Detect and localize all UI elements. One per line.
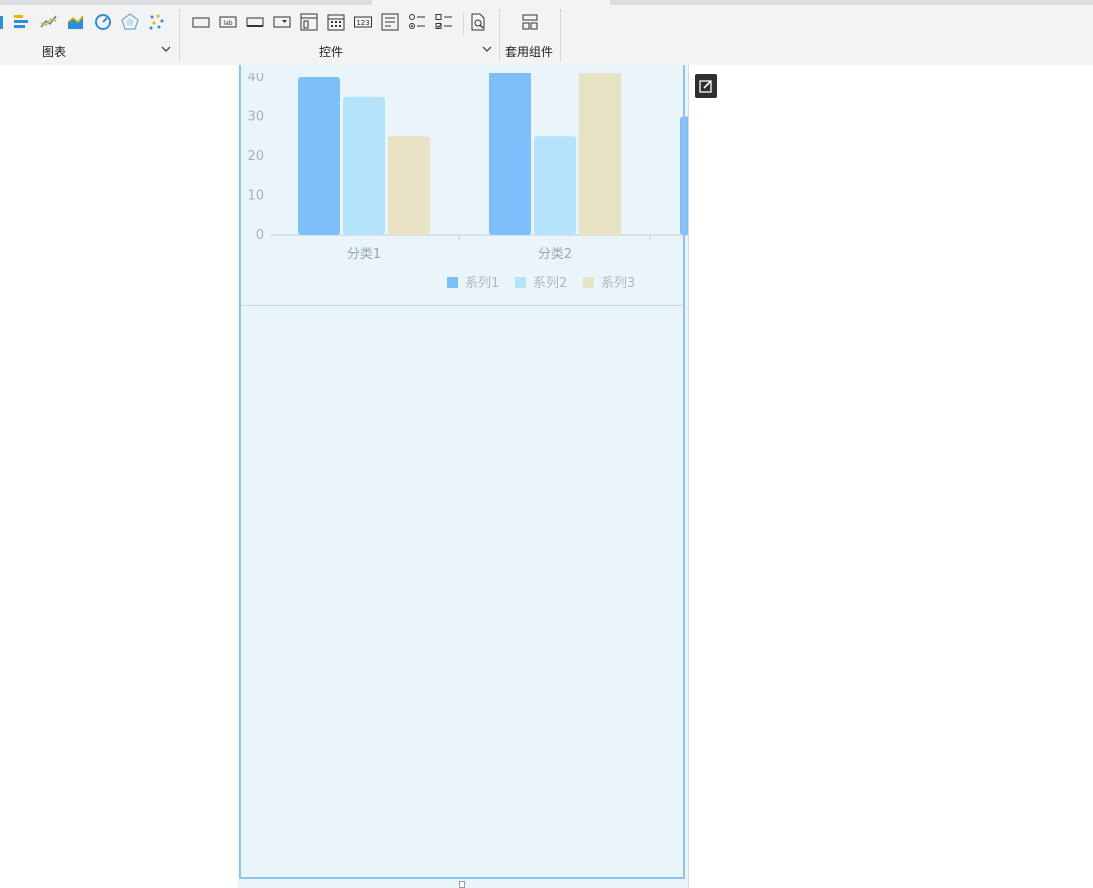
template-group-label: 套用组件: [505, 45, 554, 59]
selected-component-frame[interactable]: [239, 65, 685, 879]
checkbox-group-icon[interactable]: [435, 13, 453, 31]
radio-group-icon[interactable]: [408, 13, 426, 31]
number-widget-icon[interactable]: 123: [354, 13, 372, 31]
label-icon-text: lab: [223, 20, 232, 27]
dropdown-widget-icon[interactable]: [273, 13, 291, 31]
label-icon[interactable]: lab: [219, 13, 237, 31]
date-picker-icon[interactable]: [327, 13, 345, 31]
line-chart-icon[interactable]: [40, 13, 58, 31]
ribbon-toolbar: 图表 lab 123 控件 套用组件: [0, 5, 1093, 65]
search-query-icon[interactable]: [469, 13, 487, 31]
scatter-chart-icon[interactable]: [148, 13, 166, 31]
canvas-right-edge: [688, 65, 689, 888]
resize-handle[interactable]: [459, 881, 465, 888]
bar-chart-icon[interactable]: [0, 13, 6, 31]
toolbar-separator: [463, 13, 464, 35]
chevron-down-icon[interactable]: [160, 43, 172, 55]
layout-template-icon[interactable]: [521, 13, 539, 31]
radar-chart-icon[interactable]: [121, 13, 139, 31]
number-icon-text: 123: [356, 19, 369, 27]
widget-group-label: 控件: [319, 45, 344, 59]
gauge-chart-icon[interactable]: [94, 13, 112, 31]
form-widget-icon[interactable]: [300, 13, 318, 31]
toolbar-separator: [179, 9, 180, 61]
horizontal-bar-chart-icon[interactable]: [12, 13, 30, 31]
toolbar-separator: [560, 9, 561, 61]
chart-group-label: 图表: [42, 45, 67, 59]
edit-icon: [699, 80, 712, 93]
edit-button[interactable]: [695, 74, 717, 98]
text-area-icon[interactable]: [381, 13, 399, 31]
text-box-icon[interactable]: [192, 13, 210, 31]
button-widget-icon[interactable]: [246, 13, 264, 31]
toolbar-separator: [499, 9, 500, 61]
area-chart-icon[interactable]: [67, 13, 85, 31]
chevron-down-icon[interactable]: [481, 43, 493, 55]
